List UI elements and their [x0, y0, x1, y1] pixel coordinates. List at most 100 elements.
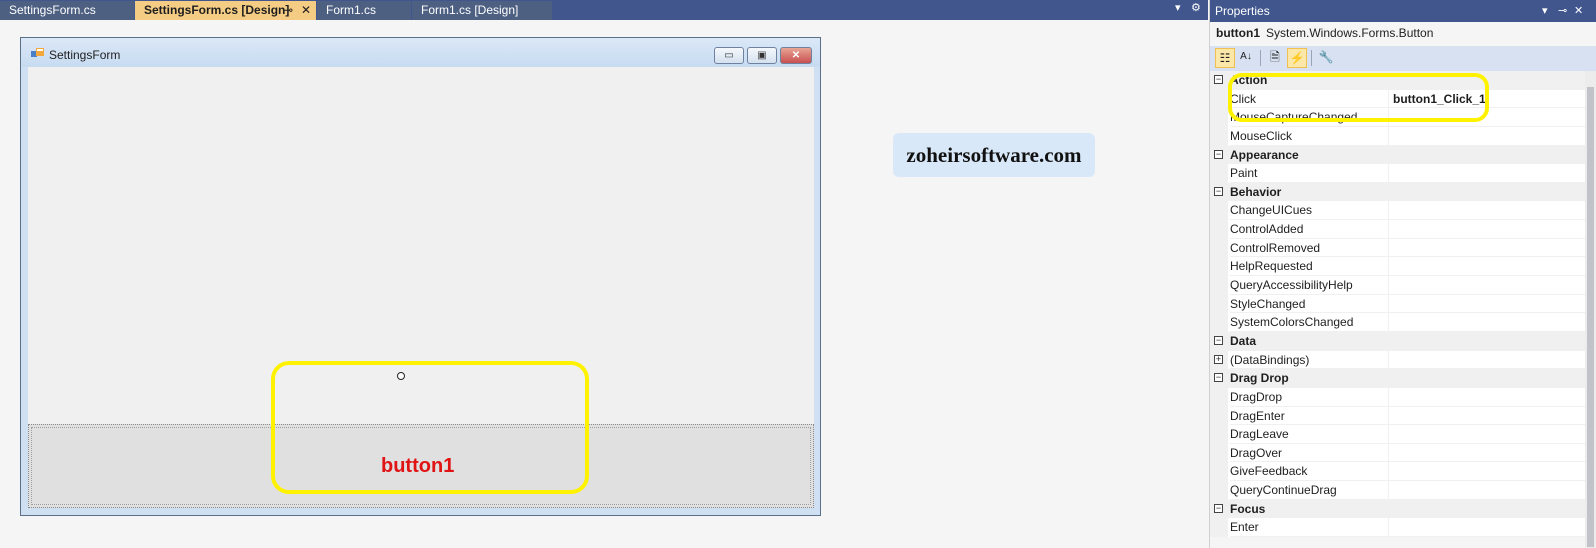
tab-label: SettingsForm.cs	[9, 3, 96, 17]
collapse-icon[interactable]: −	[1214, 335, 1223, 345]
tab-form1-design[interactable]: Form1.cs [Design]	[412, 1, 552, 20]
pin-icon[interactable]: ⊸	[283, 1, 293, 20]
form-title: SettingsForm	[49, 48, 121, 62]
properties-button[interactable]: 🗎	[1265, 48, 1285, 68]
chevron-down-icon[interactable]: ▾	[1542, 0, 1548, 22]
property-name: (DataBindings)	[1230, 351, 1388, 370]
category-label: Appearance	[1230, 147, 1299, 162]
property-value[interactable]	[1388, 313, 1586, 332]
category-label: Focus	[1230, 501, 1266, 516]
property-row-controlremoved[interactable]: ControlRemoved	[1210, 238, 1586, 258]
property-value[interactable]	[1388, 518, 1586, 538]
property-value[interactable]	[1388, 294, 1586, 314]
tab-label: Form1.cs	[326, 3, 377, 17]
alphabetical-button[interactable]: A↓	[1236, 48, 1256, 68]
toolbar-separator	[1260, 50, 1261, 66]
vertical-scrollbar[interactable]	[1585, 71, 1596, 548]
category-focus[interactable]: − Focus	[1210, 499, 1586, 519]
form-close-button[interactable]: ✕	[780, 47, 812, 64]
property-row-enter[interactable]: Enter	[1210, 518, 1586, 538]
property-row-systemcolorschanged[interactable]: SystemColorsChanged	[1210, 313, 1586, 332]
property-row-dragleave[interactable]: DragLeave	[1210, 425, 1586, 444]
row-gutter	[1210, 425, 1228, 444]
property-row-databindings[interactable]: + (DataBindings)	[1210, 350, 1586, 370]
property-name: QueryContinueDrag	[1230, 481, 1388, 500]
categorized-button[interactable]: ☷	[1215, 48, 1235, 68]
tab-form1-cs[interactable]: Form1.cs	[317, 1, 411, 20]
row-gutter	[1210, 257, 1228, 277]
row-gutter	[1210, 108, 1228, 127]
property-value[interactable]	[1388, 462, 1586, 482]
property-row-givefeedback[interactable]: GiveFeedback	[1210, 462, 1586, 482]
property-value[interactable]	[1388, 387, 1586, 407]
maximize-icon: ▣	[757, 50, 767, 61]
category-appearance[interactable]: − Appearance	[1210, 145, 1586, 165]
row-gutter	[1210, 294, 1228, 314]
category-data[interactable]: − Data	[1210, 331, 1586, 351]
close-icon[interactable]: ✕	[1574, 0, 1583, 22]
property-row-controladded[interactable]: ControlAdded	[1210, 220, 1586, 239]
row-gutter	[1210, 481, 1228, 500]
property-name: DragLeave	[1230, 425, 1388, 444]
collapse-icon[interactable]: −	[1214, 149, 1223, 159]
property-value[interactable]	[1388, 257, 1586, 277]
property-name: GiveFeedback	[1230, 462, 1388, 482]
maximize-button[interactable]: ▣	[747, 47, 777, 64]
property-name: QueryAccessibilityHelp	[1230, 276, 1388, 295]
property-value[interactable]	[1388, 201, 1586, 221]
collapse-icon[interactable]: −	[1214, 503, 1223, 513]
category-behavior[interactable]: − Behavior	[1210, 182, 1586, 202]
row-gutter	[1210, 220, 1228, 239]
close-icon: ✕	[791, 50, 801, 61]
property-row-changeuicues[interactable]: ChangeUICues	[1210, 201, 1586, 221]
chevron-down-icon[interactable]: ▾	[1175, 1, 1181, 14]
property-value[interactable]	[1388, 481, 1586, 500]
property-row-dragdrop[interactable]: DragDrop	[1210, 387, 1586, 407]
minimize-button[interactable]: ▭	[714, 47, 744, 64]
property-row-dragover[interactable]: DragOver	[1210, 443, 1586, 463]
property-value[interactable]	[1388, 238, 1586, 258]
events-button[interactable]: ⚡	[1287, 48, 1307, 68]
property-name: StyleChanged	[1230, 295, 1388, 314]
properties-header: Properties ▾ ⊸ ✕	[1210, 0, 1596, 22]
property-value[interactable]	[1388, 220, 1586, 239]
pin-icon[interactable]: ⊸	[1558, 0, 1567, 22]
category-drag-drop[interactable]: − Drag Drop	[1210, 369, 1586, 388]
property-name: Enter	[1230, 518, 1388, 538]
property-pages-button[interactable]: 🔧	[1316, 48, 1336, 68]
property-name: DragDrop	[1230, 388, 1388, 407]
gear-icon[interactable]: ⚙	[1191, 1, 1201, 14]
row-gutter	[1210, 406, 1228, 426]
property-row-queryaccessibilityhelp[interactable]: QueryAccessibilityHelp	[1210, 276, 1586, 295]
tab-settingsform-design[interactable]: SettingsForm.cs [Design] ⊸ ✕	[135, 1, 316, 20]
close-icon[interactable]: ✕	[301, 1, 311, 20]
property-value[interactable]	[1388, 443, 1586, 463]
expand-icon[interactable]: +	[1214, 354, 1223, 364]
property-value[interactable]	[1388, 406, 1586, 426]
property-value[interactable]	[1388, 425, 1586, 444]
collapse-icon[interactable]: −	[1214, 75, 1223, 84]
property-row-mouseclick[interactable]: MouseClick	[1210, 126, 1586, 146]
highlight-annotation	[1228, 73, 1489, 122]
object-selector[interactable]: button1 System.Windows.Forms.Button	[1210, 22, 1596, 44]
row-gutter	[1210, 126, 1228, 146]
property-value[interactable]	[1388, 350, 1586, 370]
property-value[interactable]	[1388, 126, 1586, 146]
form-title-bar[interactable]: SettingsForm ▭ ▣ ✕	[21, 38, 820, 67]
tab-label: SettingsForm.cs [Design]	[144, 3, 290, 17]
property-value[interactable]	[1388, 164, 1586, 183]
property-row-stylechanged[interactable]: StyleChanged	[1210, 294, 1586, 314]
scrollbar-thumb[interactable]	[1587, 87, 1594, 547]
property-row-dragenter[interactable]: DragEnter	[1210, 406, 1586, 426]
property-row-paint[interactable]: Paint	[1210, 164, 1586, 183]
highlight-annotation	[271, 361, 589, 494]
category-label: Drag Drop	[1230, 371, 1289, 386]
property-row-helprequested[interactable]: HelpRequested	[1210, 257, 1586, 277]
row-gutter	[1210, 276, 1228, 295]
property-row-querycontinuedrag[interactable]: QueryContinueDrag	[1210, 481, 1586, 500]
collapse-icon[interactable]: −	[1214, 186, 1223, 196]
row-gutter	[1210, 238, 1228, 258]
collapse-icon[interactable]: −	[1214, 373, 1223, 383]
property-value[interactable]	[1388, 276, 1586, 295]
tab-settingsform-cs[interactable]: SettingsForm.cs	[0, 1, 134, 20]
